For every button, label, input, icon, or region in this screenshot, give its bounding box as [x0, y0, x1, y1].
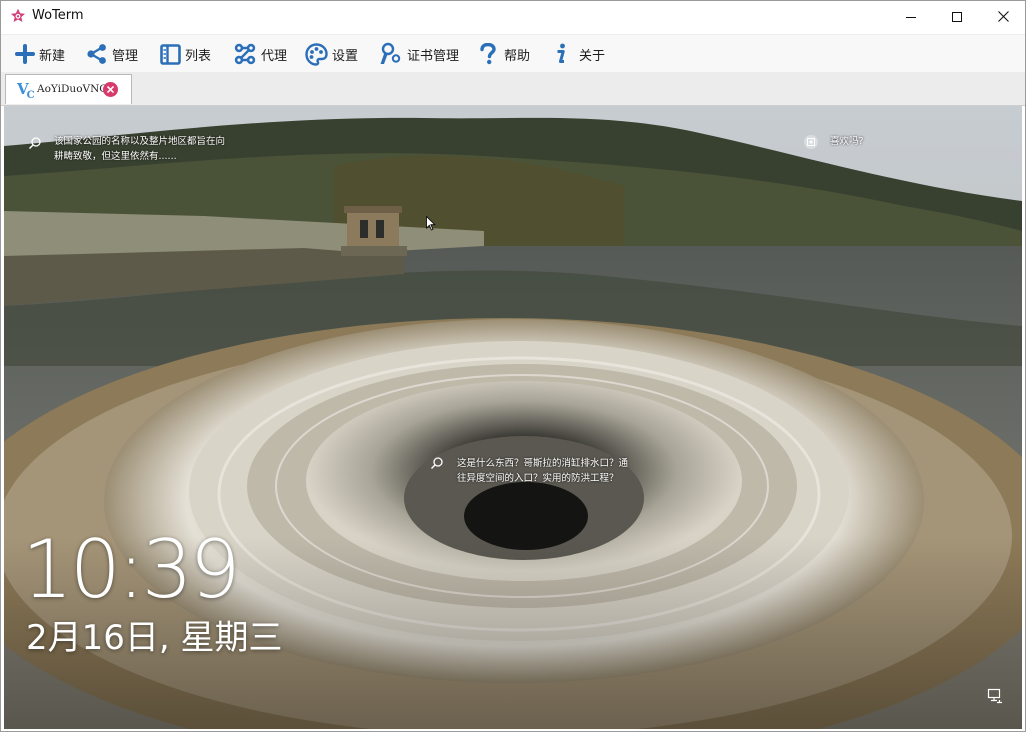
window-title: WoTerm: [32, 8, 84, 23]
about-button[interactable]: 关于: [553, 35, 605, 73]
remote-desktop-viewport[interactable]: 该国家公园的名称以及整片地区都旨在向 耕畴致敬，但这里依然有...... 喜欢吗…: [4, 106, 1022, 729]
app-window: WoTerm 新建 管理 列表 代理 设置 证书管理 帮助 关于 VC AoYi…: [0, 0, 1026, 732]
like-camera-icon[interactable]: [804, 135, 818, 149]
spotlight-tip-center[interactable]: 这是什么东西？哥斯拉的消缸排水口？通 往异度空间的入口？实用的防洪工程？: [457, 456, 628, 486]
title-bar: WoTerm: [1, 1, 1025, 32]
list-panel-icon: [160, 43, 181, 65]
new-button[interactable]: 新建: [15, 35, 65, 73]
info-icon: [557, 43, 565, 63]
woterm-logo-icon: [11, 8, 25, 22]
lock-screen-date: 2月16日, 星期三: [26, 618, 283, 658]
list-button-label: 列表: [185, 48, 212, 64]
tip-line-2: 往异度空间的入口？实用的防洪工程？: [457, 473, 619, 484]
vnc-icon-letter: V: [17, 80, 29, 98]
maximize-icon: [952, 11, 962, 22]
spotlight-tip-top-right[interactable]: 喜欢吗?: [830, 134, 864, 149]
vnc-icon-sub: C: [26, 90, 35, 101]
lock-screen-time: 10:39: [22, 523, 241, 616]
search-icon[interactable]: [28, 136, 42, 150]
network-icon[interactable]: [987, 688, 1003, 704]
proxy-icon: [234, 43, 256, 65]
about-button-label: 关于: [579, 48, 606, 64]
tip-line-1: 该国家公园的名称以及整片地区都旨在向: [54, 136, 226, 147]
proxy-button[interactable]: 代理: [233, 35, 287, 73]
tip-line-2: 耕畴致敬，但这里依然有......: [54, 151, 177, 162]
close-window-button[interactable]: [980, 1, 1025, 32]
help-button[interactable]: 帮助: [479, 35, 530, 73]
cert-manage-button-label: 证书管理: [407, 48, 460, 64]
share-icon: [87, 44, 106, 64]
tab-aoyiduovnc[interactable]: VC AoYiDuoVNC: [5, 74, 132, 104]
spotlight-tip-top-left[interactable]: 该国家公园的名称以及整片地区都旨在向 耕畴致敬，但这里依然有......: [54, 134, 225, 164]
maximize-button[interactable]: [934, 1, 980, 32]
search-icon[interactable]: [430, 456, 444, 470]
tab-close-button[interactable]: [103, 82, 118, 97]
minimize-button[interactable]: [888, 1, 934, 32]
minimize-icon: [906, 16, 916, 18]
manage-button[interactable]: 管理: [86, 35, 138, 73]
session-tab-strip: VC AoYiDuoVNC: [1, 72, 1025, 106]
settings-button-label: 设置: [332, 48, 359, 64]
key-user-icon: [380, 42, 401, 64]
tab-label: AoYiDuoVNC: [37, 83, 108, 95]
toolbar: 新建 管理 列表 代理 设置 证书管理 帮助 关于: [1, 34, 1025, 73]
vnc-icon: VC: [17, 80, 35, 101]
close-icon: [997, 11, 1009, 22]
tip-like-text: 喜欢吗?: [830, 136, 864, 147]
settings-button[interactable]: 设置: [305, 35, 358, 73]
help-button-label: 帮助: [504, 48, 531, 64]
tip-line-1: 这是什么东西？哥斯拉的消缸排水口？通: [457, 458, 629, 469]
proxy-button-label: 代理: [261, 48, 288, 64]
list-button[interactable]: 列表: [160, 35, 211, 73]
palette-icon: [305, 42, 328, 66]
close-icon: [107, 86, 114, 93]
question-icon: [480, 43, 496, 65]
cert-manage-button[interactable]: 证书管理: [379, 35, 459, 73]
new-button-label: 新建: [39, 48, 66, 64]
manage-button-label: 管理: [112, 48, 139, 64]
mouse-cursor-icon: [426, 216, 436, 231]
plus-icon: [15, 44, 35, 64]
